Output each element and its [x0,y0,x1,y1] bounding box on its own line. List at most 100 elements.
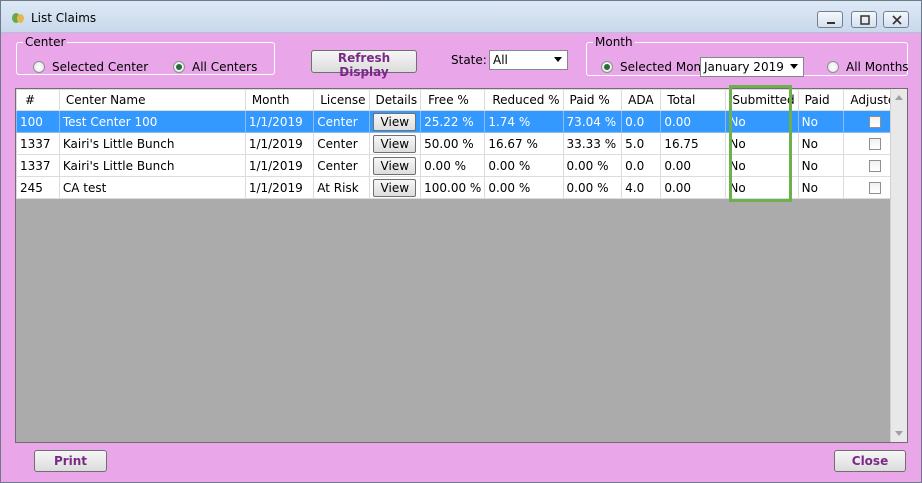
cell-reduced: 0.00 % [484,154,564,177]
column-header-license[interactable]: License [313,89,370,111]
month-select-value: January 2019 [704,60,784,74]
print-button[interactable]: Print [34,450,107,472]
selected-center-label: Selected Center [52,60,149,74]
all-months-label: All Months [846,60,909,74]
state-label: State: [451,53,487,67]
cell-details: View [368,154,422,177]
cell-paid: No [797,132,845,155]
radio-circle [33,61,45,73]
column-header-month[interactable]: Month [244,89,315,111]
claims-grid: # Center Name Month License Details Free… [15,85,908,443]
list-claims-window: List Claims Center Selected Center All C… [0,0,922,483]
table-row[interactable]: 1337 Kairi's Little Bunch 1/1/2019 Cente… [16,154,907,177]
scroll-up-arrow-icon[interactable] [895,95,903,100]
cell-ada: 5.0 [621,132,662,155]
scroll-down-arrow-icon[interactable] [895,431,903,436]
radio-circle [827,61,839,73]
cell-total: 0.00 [660,110,727,133]
cell-paid: No [797,110,845,133]
column-header-reduced[interactable]: Reduced % [484,89,564,111]
cell-month: 1/1/2019 [244,132,315,155]
cell-total: 16.75 [660,132,727,155]
column-header-center-name[interactable]: Center Name [58,89,246,111]
column-header-ada[interactable]: ADA [621,89,662,111]
all-centers-radio[interactable]: All Centers [173,59,257,75]
minimize-button[interactable] [817,11,843,28]
app-leaf-icon [12,13,24,23]
maximize-button[interactable] [851,11,877,28]
center-group: Center Selected Center All Centers [16,35,275,75]
cell-paid: No [797,154,845,177]
cell-reduced: 16.67 % [484,132,564,155]
cell-paid: No [797,176,845,199]
cell-number: 1337 [16,132,60,155]
cell-submitted: No [725,154,799,177]
claims-table: # Center Name Month License Details Free… [16,89,907,199]
close-window-button[interactable] [883,11,909,28]
cell-free: 25.22 % [420,110,486,133]
cell-license: Center [313,110,370,133]
radio-circle-checked [601,61,613,73]
view-details-button[interactable]: View [373,134,417,153]
chevron-down-icon [790,64,798,69]
selected-month-radio[interactable]: Selected Month [601,59,713,75]
view-details-button[interactable]: View [373,178,417,197]
adjusted-checkbox[interactable] [869,137,882,150]
cell-license: At Risk [313,176,370,199]
cell-reduced: 0.00 % [484,176,564,199]
cell-paid-pct: 73.04 % [562,110,623,133]
close-button[interactable]: Close [834,450,906,472]
table-header-row: # Center Name Month License Details Free… [16,89,907,111]
maximize-icon [860,15,870,25]
radio-circle-checked [173,61,185,73]
cell-number: 100 [16,110,60,133]
cell-free: 50.00 % [420,132,486,155]
adjusted-checkbox[interactable] [869,159,882,172]
cell-reduced: 1.74 % [484,110,564,133]
all-centers-label: All Centers [192,60,258,74]
column-header-details[interactable]: Details [368,89,422,111]
table-row[interactable]: 100 Test Center 100 1/1/2019 Center View… [16,110,907,133]
cell-free: 0.00 % [420,154,486,177]
table-row[interactable]: 245 CA test 1/1/2019 At Risk View 100.00… [16,176,907,199]
column-header-free[interactable]: Free % [420,89,486,111]
cell-paid-pct: 0.00 % [562,154,623,177]
cell-submitted: No [725,110,799,133]
adjusted-checkbox[interactable] [869,181,882,194]
vertical-scrollbar[interactable] [890,89,907,442]
cell-paid-pct: 0.00 % [562,176,623,199]
state-select[interactable]: All [489,50,568,70]
cell-number: 1337 [16,154,60,177]
all-months-radio[interactable]: All Months [827,59,909,75]
state-select-value: All [493,53,508,67]
cell-free: 100.00 % [420,176,486,199]
title-bar[interactable]: List Claims [1,1,921,33]
adjusted-checkbox[interactable] [869,115,882,128]
cell-license: Center [313,132,370,155]
month-group: Month Selected Month January 2019 All Mo… [586,35,909,77]
column-header-submitted[interactable]: Submitted [725,89,799,111]
month-group-legend: Month [595,35,633,49]
cell-number: 245 [16,176,60,199]
cell-month: 1/1/2019 [244,154,315,177]
cell-ada: 0.0 [621,154,662,177]
close-icon [892,15,902,25]
cell-details: View [368,132,422,155]
refresh-display-button[interactable]: Refresh Display [311,50,417,79]
month-select[interactable]: January 2019 [700,57,804,77]
table-row[interactable]: 1337 Kairi's Little Bunch 1/1/2019 Cente… [16,132,907,155]
selected-center-radio[interactable]: Selected Center [33,59,148,75]
view-details-button[interactable]: View [373,112,417,131]
cell-month: 1/1/2019 [244,176,315,199]
column-header-total[interactable]: Total [660,89,727,111]
cell-month: 1/1/2019 [244,110,315,133]
column-header-paid[interactable]: Paid [797,89,845,111]
cell-total: 0.00 [660,154,727,177]
cell-center-name: Test Center 100 [58,110,246,133]
view-details-button[interactable]: View [373,156,417,175]
cell-paid-pct: 33.33 % [562,132,623,155]
cell-submitted: No [725,132,799,155]
cell-center-name: CA test [58,176,246,199]
column-header-number[interactable]: # [16,89,60,111]
column-header-paid-pct[interactable]: Paid % [562,89,623,111]
